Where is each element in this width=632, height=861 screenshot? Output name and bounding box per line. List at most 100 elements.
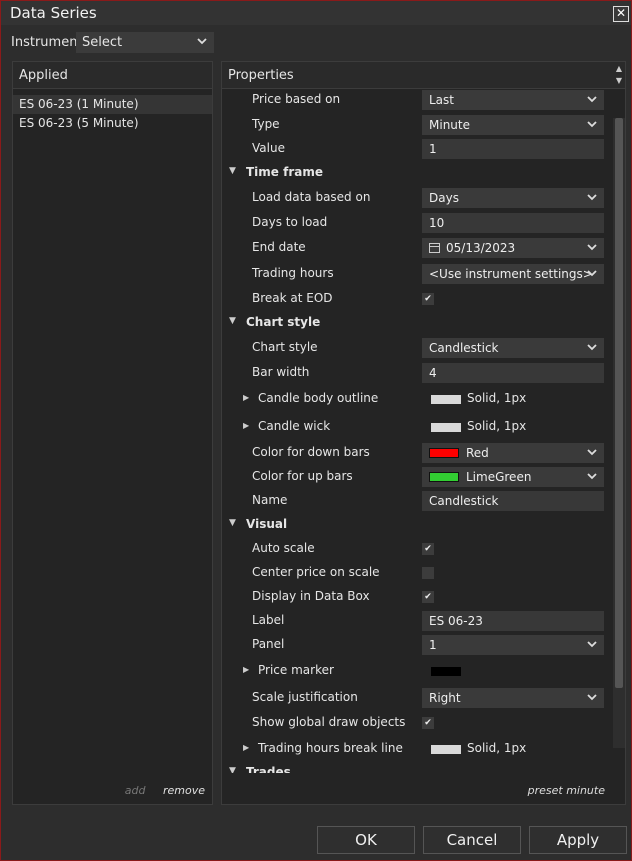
category-row: ▼ Trades bbox=[222, 763, 612, 773]
collapse-triangle-icon[interactable]: ▼ bbox=[229, 316, 236, 326]
expand-triangle-icon[interactable]: ▶ bbox=[243, 665, 249, 674]
property-row: ▶ Candle body outline Solid, 1px bbox=[222, 389, 612, 411]
remove-link[interactable]: remove bbox=[163, 784, 205, 797]
scroll-up-icon[interactable]: ▲ bbox=[613, 64, 625, 74]
property-input[interactable]: 4 bbox=[422, 363, 604, 383]
property-label: Trading hours bbox=[252, 266, 334, 280]
color-dropdown[interactable]: Red bbox=[422, 443, 604, 463]
category-row: ▼ Time frame bbox=[222, 163, 612, 185]
property-checkbox[interactable] bbox=[422, 567, 434, 579]
property-dropdown[interactable]: <Use instrument settings> bbox=[422, 264, 604, 284]
property-input[interactable]: 10 bbox=[422, 213, 604, 233]
collapse-triangle-icon[interactable]: ▼ bbox=[229, 518, 236, 528]
property-label: Days to load bbox=[252, 215, 328, 229]
property-checkbox[interactable]: ✔ bbox=[422, 293, 434, 305]
property-label: Name bbox=[252, 493, 288, 507]
property-label: Chart style bbox=[252, 340, 318, 354]
properties-panel: Properties ▲ ▼ Price based on Last Type Min… bbox=[221, 61, 626, 805]
property-row: Name Candlestick bbox=[222, 491, 612, 513]
property-dropdown[interactable]: Candlestick bbox=[422, 338, 604, 358]
title-bar: Data Series ✕ bbox=[1, 1, 631, 25]
property-value: Candlestick bbox=[429, 341, 499, 355]
property-label: Candle body outline bbox=[258, 391, 379, 405]
applied-header: Applied bbox=[13, 62, 212, 89]
instrument-select-value: Select bbox=[82, 35, 123, 50]
property-value: Days bbox=[429, 191, 459, 205]
stroke-swatch[interactable] bbox=[431, 395, 461, 404]
property-dropdown[interactable]: Minute bbox=[422, 115, 604, 135]
category-label: Time frame bbox=[246, 165, 323, 179]
close-icon[interactable]: ✕ bbox=[613, 6, 629, 22]
property-label: Price marker bbox=[258, 663, 334, 677]
expand-triangle-icon[interactable]: ▶ bbox=[243, 421, 249, 430]
property-value: Solid, 1px bbox=[467, 391, 527, 405]
instrument-label: Instrument bbox=[11, 35, 83, 50]
property-dropdown[interactable]: Right bbox=[422, 688, 604, 708]
property-checkbox[interactable]: ✔ bbox=[422, 591, 434, 603]
cancel-button[interactable]: Cancel bbox=[423, 826, 521, 854]
expand-triangle-icon[interactable]: ▶ bbox=[243, 743, 249, 752]
property-label: Label bbox=[252, 613, 285, 627]
property-label: Price based on bbox=[252, 92, 341, 106]
chevron-down-icon bbox=[587, 449, 597, 456]
property-label: Show global draw objects bbox=[252, 715, 406, 729]
apply-button[interactable]: Apply bbox=[529, 826, 627, 854]
property-checkbox[interactable]: ✔ bbox=[422, 543, 434, 555]
property-row: Panel 1 bbox=[222, 635, 612, 657]
applied-item[interactable]: ES 06-23 (1 Minute) bbox=[13, 95, 212, 114]
property-value: 4 bbox=[429, 366, 437, 380]
property-input[interactable]: ES 06-23 bbox=[422, 611, 604, 631]
property-label: Bar width bbox=[252, 365, 310, 379]
applied-item[interactable]: ES 06-23 (5 Minute) bbox=[13, 114, 212, 133]
chevron-down-icon bbox=[587, 244, 597, 251]
scroll-down-icon[interactable]: ▼ bbox=[613, 76, 625, 86]
property-row: Label ES 06-23 bbox=[222, 611, 612, 633]
color-swatch bbox=[429, 472, 459, 482]
property-value: Red bbox=[466, 446, 489, 460]
add-link[interactable]: add bbox=[125, 784, 146, 797]
category-label: Trades bbox=[246, 765, 291, 773]
category-row: ▼ Visual bbox=[222, 515, 612, 537]
stroke-swatch[interactable] bbox=[431, 423, 461, 432]
expand-triangle-icon[interactable]: ▶ bbox=[243, 393, 249, 402]
stroke-swatch[interactable] bbox=[431, 745, 461, 754]
property-dropdown[interactable]: Last bbox=[422, 90, 604, 110]
ok-button[interactable]: OK bbox=[317, 826, 415, 854]
property-row: Center price on scale bbox=[222, 563, 612, 585]
color-swatch bbox=[429, 448, 459, 458]
color-dropdown[interactable]: LimeGreen bbox=[422, 467, 604, 487]
property-row: Scale justification Right bbox=[222, 688, 612, 710]
date-picker[interactable]: 05/13/2023 bbox=[422, 238, 604, 258]
property-row: Load data based on Days bbox=[222, 188, 612, 210]
property-value: 1 bbox=[429, 638, 437, 652]
collapse-triangle-icon[interactable]: ▼ bbox=[229, 766, 236, 773]
instrument-select[interactable]: Select bbox=[76, 32, 214, 53]
vertical-scrollbar[interactable] bbox=[613, 118, 625, 748]
property-input[interactable]: Candlestick bbox=[422, 491, 604, 511]
scrollbar-thumb[interactable] bbox=[615, 118, 623, 688]
property-dropdown[interactable]: Days bbox=[422, 188, 604, 208]
property-value: Candlestick bbox=[429, 494, 499, 508]
property-checkbox[interactable]: ✔ bbox=[422, 717, 434, 729]
preset-link[interactable]: preset minute bbox=[528, 784, 605, 797]
property-label: Trading hours break line bbox=[258, 741, 403, 755]
marker-swatch[interactable] bbox=[431, 667, 461, 676]
property-label: Color for down bars bbox=[252, 445, 370, 459]
property-row: ▶ Candle wick Solid, 1px bbox=[222, 417, 612, 439]
chevron-down-icon bbox=[587, 344, 597, 351]
property-value: Solid, 1px bbox=[467, 419, 527, 433]
property-label: Center price on scale bbox=[252, 565, 380, 579]
applied-panel: Applied ES 06-23 (1 Minute) ES 06-23 (5 … bbox=[12, 61, 213, 805]
property-row: Color for up bars LimeGreen bbox=[222, 467, 612, 489]
property-row: Display in Data Box ✔ bbox=[222, 587, 612, 609]
property-value: LimeGreen bbox=[466, 470, 532, 484]
chevron-down-icon bbox=[587, 194, 597, 201]
property-value: Right bbox=[429, 691, 461, 705]
chevron-down-icon bbox=[587, 121, 597, 128]
property-dropdown[interactable]: 1 bbox=[422, 635, 604, 655]
properties-header: Properties bbox=[222, 62, 625, 89]
property-input[interactable]: 1 bbox=[422, 139, 604, 159]
property-label: Break at EOD bbox=[252, 291, 333, 305]
collapse-triangle-icon[interactable]: ▼ bbox=[229, 166, 236, 176]
window-title: Data Series bbox=[10, 4, 97, 22]
